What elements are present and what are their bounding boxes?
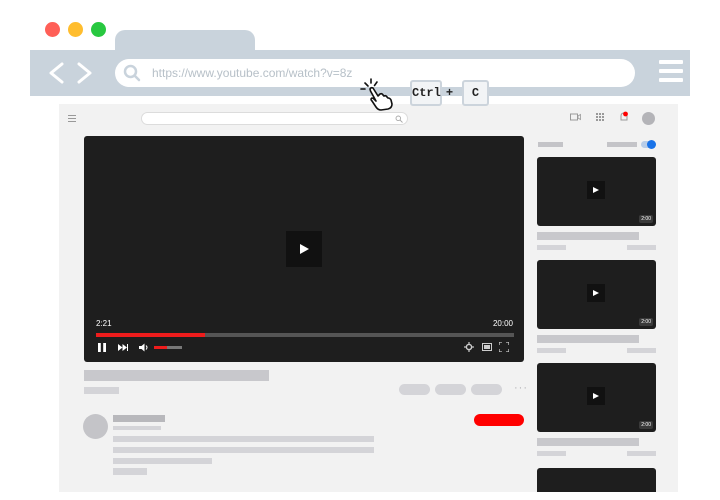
big-play-button[interactable]	[286, 231, 322, 267]
pause-icon[interactable]	[98, 343, 106, 352]
sidebar-channel-placeholder	[537, 451, 566, 456]
url-text: https://www.youtube.com/watch?v=8z	[152, 66, 353, 80]
close-window-button[interactable]	[45, 22, 60, 37]
current-time: 2:21	[96, 319, 112, 328]
yt-hamburger-icon[interactable]	[68, 115, 76, 122]
play-icon	[593, 290, 599, 296]
back-chevron-icon[interactable]	[47, 62, 65, 84]
screenshot: https://www.youtube.com/watch?v=8z Ctrl …	[0, 0, 720, 500]
progress-fill	[96, 333, 205, 337]
sidebar-title-placeholder	[537, 438, 639, 446]
video-duration: 2:00	[639, 318, 653, 326]
search-icon	[123, 64, 141, 82]
bell-icon[interactable]	[619, 111, 629, 123]
sidebar-title-placeholder	[537, 232, 639, 240]
c-key: C	[462, 80, 489, 106]
yt-search-icon[interactable]	[395, 115, 403, 123]
sidebar-views-placeholder	[627, 245, 656, 250]
total-time: 20:00	[492, 319, 513, 328]
next-icon[interactable]	[118, 344, 128, 351]
more-options-icon[interactable]: ···	[514, 382, 528, 394]
menu-icon[interactable]	[659, 60, 683, 86]
sidebar-channel-placeholder	[537, 348, 566, 353]
progress-bar[interactable]	[96, 333, 514, 337]
autoplay-toggle[interactable]	[641, 140, 656, 149]
account-avatar[interactable]	[642, 112, 655, 125]
video-title-placeholder	[84, 370, 269, 381]
description-line	[113, 447, 374, 453]
share-button-placeholder[interactable]	[471, 384, 502, 395]
sidebar-channel-placeholder	[537, 245, 566, 250]
channel-avatar[interactable]	[83, 414, 108, 439]
play-icon	[593, 187, 599, 193]
plus-sign: +	[446, 85, 454, 99]
settings-icon[interactable]	[464, 342, 474, 352]
subscriber-count-placeholder	[113, 426, 161, 430]
show-more-placeholder[interactable]	[113, 468, 147, 475]
sidebar-title-placeholder	[537, 335, 639, 343]
sidebar-views-placeholder	[627, 451, 656, 456]
description-line	[113, 436, 374, 442]
volume-icon[interactable]	[139, 343, 149, 352]
window-controls	[45, 22, 106, 37]
volume-fill	[154, 346, 167, 349]
like-button-placeholder[interactable]	[399, 384, 430, 395]
hand-tap-icon	[360, 78, 393, 111]
apps-icon[interactable]	[596, 113, 604, 121]
volume-slider[interactable]	[154, 346, 182, 349]
miniplayer-icon[interactable]	[482, 343, 492, 351]
video-duration: 2:00	[639, 421, 653, 429]
play-icon	[593, 393, 599, 399]
forward-chevron-icon[interactable]	[76, 62, 94, 84]
camera-icon[interactable]	[570, 113, 581, 121]
video-player[interactable]: 2:21 20:00	[84, 136, 524, 362]
dislike-button-placeholder[interactable]	[435, 384, 466, 395]
autoplay-label-placeholder	[607, 142, 637, 147]
channel-name-placeholder	[113, 415, 165, 422]
view-count-placeholder	[84, 387, 119, 394]
up-next-label-placeholder	[538, 142, 563, 147]
sidebar-video-thumbnail[interactable]	[537, 468, 656, 492]
play-icon	[300, 244, 309, 254]
sidebar-video-thumbnail[interactable]: 2:00	[537, 157, 656, 226]
yt-search-input[interactable]	[141, 112, 408, 125]
video-duration: 2:00	[639, 215, 653, 223]
maximize-window-button[interactable]	[91, 22, 106, 37]
subscribe-button[interactable]	[474, 414, 524, 426]
sidebar-video-thumbnail[interactable]: 2:00	[537, 260, 656, 329]
sidebar-views-placeholder	[627, 348, 656, 353]
ctrl-key: Ctrl	[410, 80, 442, 106]
sidebar-video-thumbnail[interactable]: 2:00	[537, 363, 656, 432]
fullscreen-icon[interactable]	[499, 342, 509, 352]
minimize-window-button[interactable]	[68, 22, 83, 37]
description-line	[113, 458, 212, 464]
